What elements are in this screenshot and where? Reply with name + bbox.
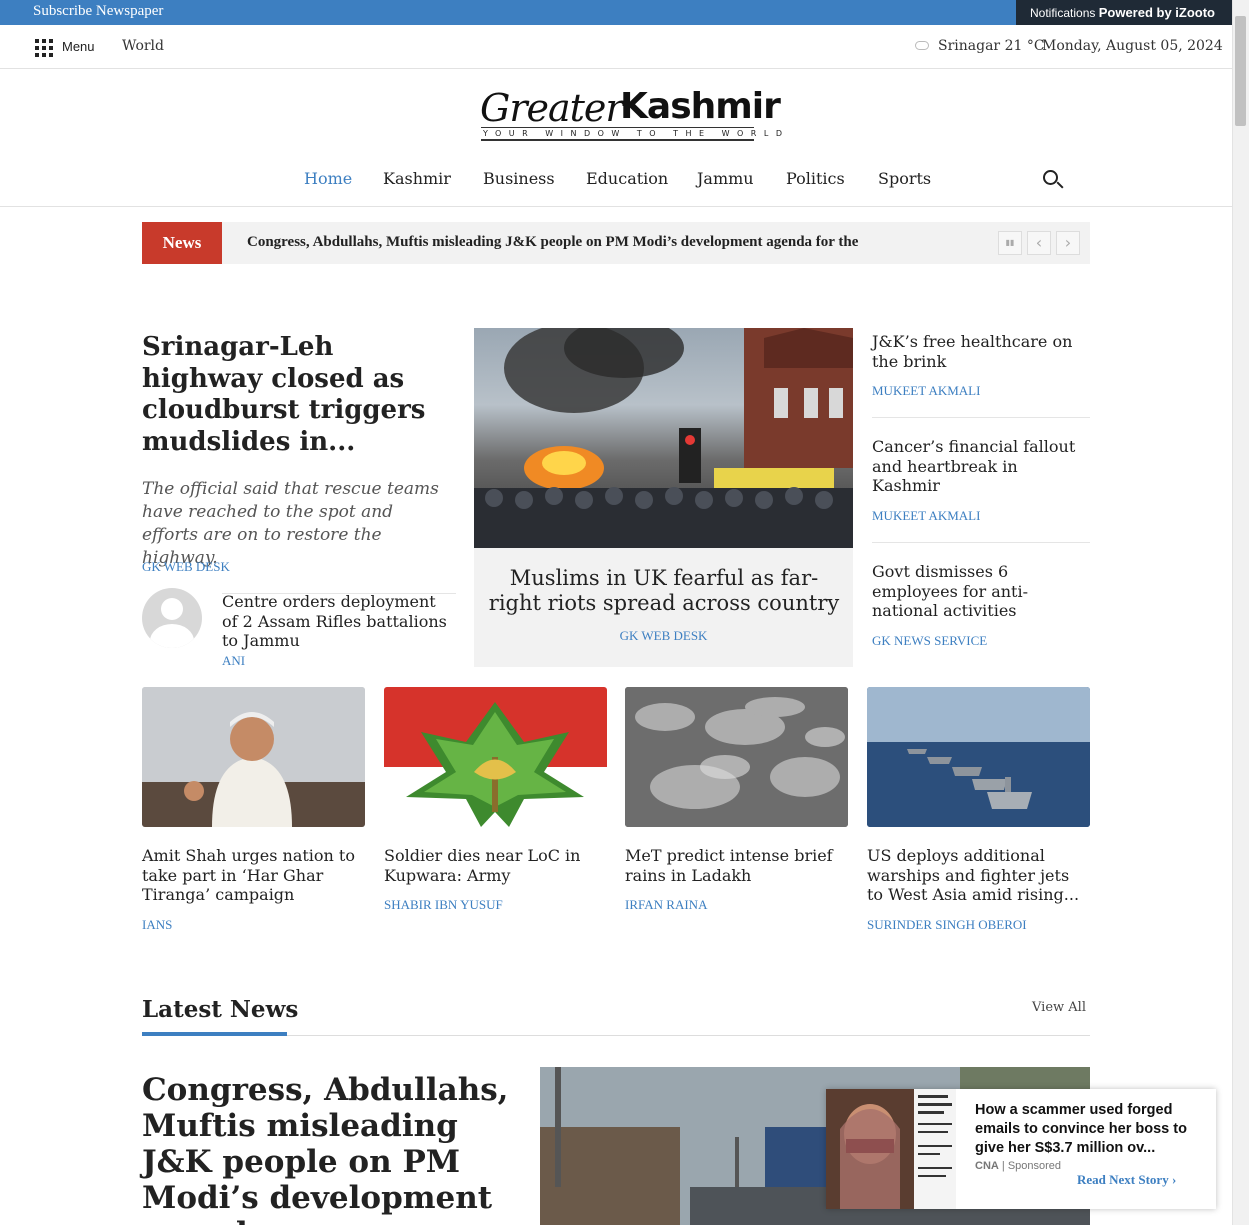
nav-sports[interactable]: Sports — [878, 169, 931, 188]
right-story-title-2[interactable]: Cancer’s financial fallout and heartbrea… — [872, 437, 1090, 496]
lead-story-summary: The official said that rescue teams have… — [142, 479, 439, 568]
subscribe-link[interactable]: Subscribe Newspaper — [33, 3, 163, 20]
ticker-label: News — [142, 222, 222, 264]
right-story-title-1[interactable]: J&K’s free healthcare on the brink — [872, 332, 1090, 371]
right-story-author-3[interactable]: GK NEWS SERVICE — [872, 633, 987, 649]
world-link[interactable]: World — [122, 38, 164, 54]
small-story-title[interactable]: Centre orders deployment of 2 Assam Rifl… — [222, 592, 456, 651]
divider — [872, 542, 1090, 543]
nav-jammu[interactable]: Jammu — [697, 169, 754, 188]
card-title-3[interactable]: MeT predict intense brief rains in Ladak… — [625, 846, 848, 885]
weather-readout: Srinagar 21 °C — [938, 38, 1045, 54]
logo-greater[interactable]: Greater — [480, 86, 624, 130]
scrollbar-thumb[interactable] — [1235, 16, 1246, 126]
card-author-4[interactable]: SURINDER SINGH OBEROI — [867, 917, 1027, 933]
menu-grid-icon[interactable] — [35, 39, 53, 57]
card-image-1[interactable] — [142, 687, 365, 827]
heading-underline — [142, 1032, 287, 1036]
right-story-author-1[interactable]: MUKEET AKMALI — [872, 383, 980, 399]
ad-image[interactable] — [826, 1089, 914, 1209]
search-icon[interactable] — [1043, 170, 1058, 185]
ad-source: CNA | Sponsored — [975, 1160, 1061, 1172]
powered-by-label: Powered by iZooto — [1098, 5, 1216, 20]
right-story-title-3[interactable]: Govt dismisses 6 employees for anti-nati… — [872, 562, 1090, 621]
card-image-2[interactable] — [384, 687, 607, 827]
lead-story-author[interactable]: GK WEB DESK — [142, 559, 230, 575]
ad-title[interactable]: How a scammer used forged emails to conv… — [975, 1101, 1200, 1158]
card-image-4[interactable] — [867, 687, 1090, 827]
nav-kashmir[interactable]: Kashmir — [383, 169, 451, 188]
logo-kashmir[interactable]: Kashmir — [620, 86, 781, 127]
card-author-1[interactable]: IANS — [142, 917, 172, 933]
notifications-label: Notifications — [1030, 6, 1096, 20]
nav-divider — [0, 206, 1232, 207]
lead-story-title[interactable]: Srinagar-Leh highway closed as cloudburs… — [142, 332, 462, 458]
logo-tagline: YOUR WINDOW TO THE WORLD — [481, 127, 782, 141]
ticker-next-button[interactable]: › — [1056, 231, 1080, 255]
card-author-2[interactable]: SHABIR IBN YUSUF — [384, 897, 503, 913]
small-story-author[interactable]: ANI — [222, 653, 245, 669]
ticker-prev-button[interactable]: ‹ — [1027, 231, 1051, 255]
read-next-story-link[interactable]: Read Next Story › — [1077, 1172, 1176, 1188]
current-date: Monday, August 05, 2024 — [1042, 38, 1223, 54]
nav-politics[interactable]: Politics — [786, 169, 845, 188]
ticker-pause-button[interactable]: ▮▮ — [998, 231, 1022, 255]
feature-title[interactable]: Muslims in UK fearful as far-right riots… — [484, 566, 844, 616]
card-author-3[interactable]: IRFAN RAINA — [625, 897, 707, 913]
right-story-author-2[interactable]: MUKEET AKMALI — [872, 508, 980, 524]
latest-story-title[interactable]: Congress, Abdullahs, Muftis misleading J… — [142, 1072, 532, 1225]
avatar — [142, 588, 202, 648]
ad-document-image — [914, 1089, 956, 1209]
card-title-2[interactable]: Soldier dies near LoC in Kupwara: Army — [384, 846, 607, 885]
feature-author[interactable]: GK WEB DESK — [474, 628, 853, 644]
notification-badge[interactable]: Notifications Powered by iZooto — [1016, 0, 1232, 25]
divider — [872, 417, 1090, 418]
view-all-link[interactable]: View All — [1032, 1000, 1086, 1015]
card-title-4[interactable]: US deploys additional warships and fight… — [867, 846, 1090, 905]
ticker-headline[interactable]: Congress, Abdullahs, Muftis misleading J… — [247, 234, 927, 251]
nav-home[interactable]: Home — [304, 169, 352, 188]
card-image-3[interactable] — [625, 687, 848, 827]
latest-news-heading: Latest News — [142, 996, 299, 1023]
scrollbar[interactable] — [1232, 0, 1249, 1225]
nav-business[interactable]: Business — [483, 169, 555, 188]
card-title-1[interactable]: Amit Shah urges nation to take part in ‘… — [142, 846, 365, 905]
nav-education[interactable]: Education — [586, 169, 668, 188]
menu-button[interactable]: Menu — [62, 39, 95, 54]
ad-sponsored-label: | Sponsored — [998, 1160, 1062, 1172]
cloud-icon — [915, 41, 929, 50]
feature-image[interactable] — [474, 328, 853, 548]
ad-source-name: CNA — [975, 1160, 999, 1172]
